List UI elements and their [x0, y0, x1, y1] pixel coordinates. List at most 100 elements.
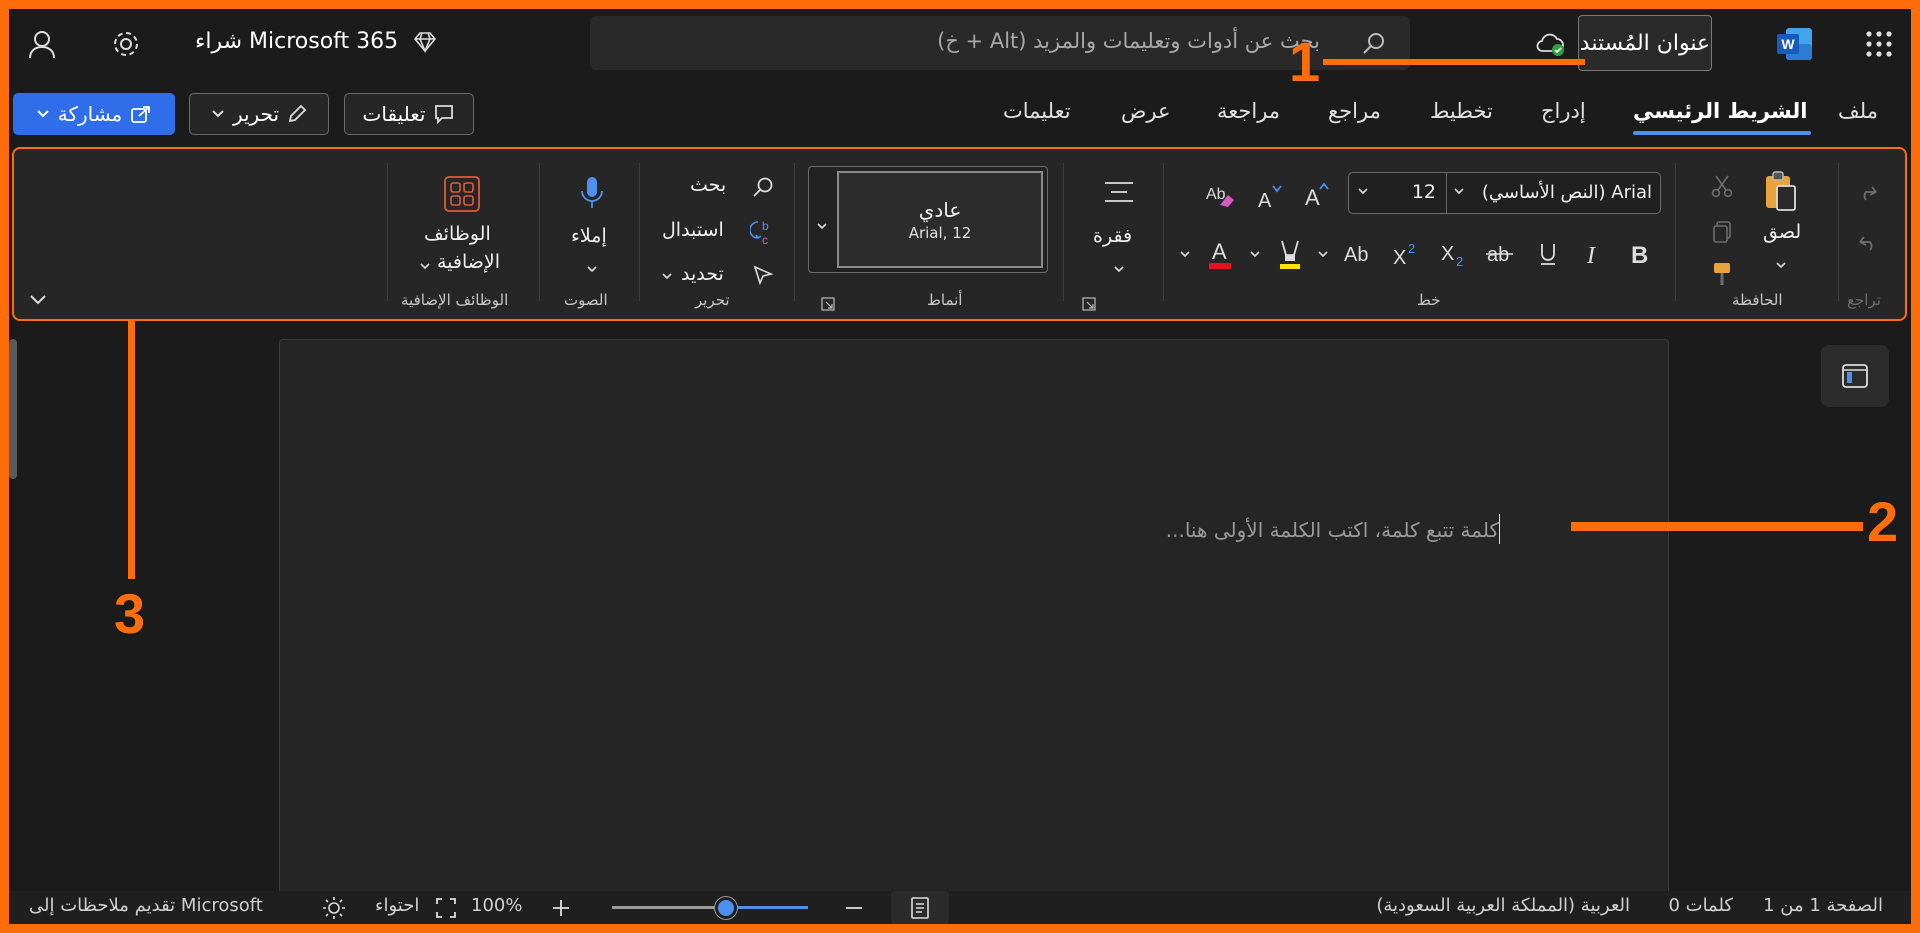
chevron-down-icon[interactable]	[1773, 259, 1789, 271]
cloud-saved-icon[interactable]	[1534, 27, 1568, 61]
zoom-slider-thumb[interactable]	[715, 897, 737, 919]
add-ins-grid-icon[interactable]	[441, 173, 483, 215]
tab-home[interactable]: الشريط الرئيسي	[1633, 99, 1807, 123]
bold-icon[interactable]: B	[1625, 237, 1655, 271]
tab-review[interactable]: مراجعة	[1217, 99, 1280, 123]
microphone-icon[interactable]	[576, 173, 608, 213]
feedback-link[interactable]: تقديم ملاحظات إلى Microsoft	[29, 895, 263, 916]
paragraph-align-icon[interactable]	[1100, 175, 1138, 209]
undo-icon[interactable]	[1853, 227, 1883, 257]
editing-group-label: تحرير	[695, 291, 730, 309]
highlight-color-icon[interactable]	[1273, 235, 1307, 273]
clipboard-group-label: الحافظة	[1732, 291, 1783, 309]
side-pane-toggle-icon[interactable]	[1821, 345, 1889, 407]
chevron-down-icon[interactable]	[1247, 247, 1263, 261]
buy-microsoft-365-link[interactable]: شراء Microsoft 365	[195, 29, 437, 54]
find-button[interactable]: بحث	[690, 174, 726, 196]
tab-layout[interactable]: تخطيط	[1430, 99, 1493, 123]
superscript-icon[interactable]: X2	[1389, 237, 1423, 271]
chevron-down-icon	[1453, 187, 1465, 195]
style-normal-card[interactable]: عادي Arial, 12	[837, 171, 1043, 268]
chevron-down-icon[interactable]	[1315, 247, 1331, 261]
vertical-scrollbar-thumb[interactable]	[9, 339, 17, 479]
share-button[interactable]: مشاركة	[13, 93, 175, 135]
grow-font-icon[interactable]: A	[1299, 177, 1333, 211]
styles-group-label: أنماط	[927, 291, 963, 309]
styles-dialog-launcher-icon[interactable]	[819, 295, 837, 313]
shrink-font-icon[interactable]: A	[1252, 179, 1286, 213]
add-ins-label-line2[interactable]: الإضافية	[437, 251, 500, 273]
paragraph-button[interactable]: فقرة	[1093, 225, 1132, 247]
settings-gear-icon[interactable]	[109, 27, 143, 61]
collapse-ribbon-chevron-icon[interactable]	[25, 287, 51, 313]
change-case-icon[interactable]: Ab	[1341, 237, 1375, 271]
copy-icon[interactable]	[1707, 217, 1737, 247]
print-layout-view-icon[interactable]	[891, 891, 949, 924]
document-placeholder[interactable]: كلمة تتبع كلمة، اكتب الكلمة الأولى هنا..…	[1166, 518, 1499, 542]
chevron-down-icon[interactable]	[659, 269, 675, 283]
fit-label[interactable]: احتواء	[375, 895, 419, 916]
chevron-down-icon[interactable]	[1111, 263, 1127, 275]
select-cursor-icon[interactable]	[749, 261, 777, 289]
underline-icon[interactable]	[1533, 237, 1563, 271]
brightness-sun-icon[interactable]	[321, 895, 347, 921]
app-launcher-icon[interactable]	[1862, 27, 1896, 61]
document-page[interactable]: كلمة تتبع كلمة، اكتب الكلمة الأولى هنا..…	[279, 339, 1669, 924]
user-icon[interactable]	[25, 27, 59, 61]
callout-2-number: 2	[1867, 490, 1899, 553]
edit-mode-button[interactable]: تحرير	[189, 93, 329, 135]
clear-formatting-icon[interactable]: Ab	[1203, 177, 1237, 211]
diamond-icon	[413, 31, 437, 53]
tab-help[interactable]: تعليمات	[1003, 99, 1071, 123]
replace-button[interactable]: استبدال	[662, 219, 724, 241]
paragraph-dialog-launcher-icon[interactable]	[1080, 295, 1098, 313]
zoom-slider[interactable]	[612, 897, 808, 919]
font-size-dropdown[interactable]: 12	[1349, 173, 1447, 213]
search-input[interactable]: بحث عن أدوات وتعليمات والمزيد (Alt + خ)	[937, 29, 1320, 53]
page-count[interactable]: الصفحة 1 من 1	[1763, 895, 1883, 916]
active-tab-indicator	[1633, 131, 1811, 135]
paste-button[interactable]: لصق	[1763, 221, 1801, 243]
redo-icon[interactable]	[1853, 177, 1883, 207]
zoom-in-plus-icon[interactable]	[549, 896, 573, 920]
replace-icon[interactable]: bc	[749, 217, 777, 247]
tab-view[interactable]: عرض	[1121, 99, 1171, 123]
paste-clipboard-icon[interactable]	[1759, 167, 1803, 215]
fit-to-window-icon[interactable]	[433, 895, 459, 921]
dictate-button[interactable]: إملاء	[571, 225, 607, 247]
search-icon	[1360, 30, 1388, 58]
chevron-down-icon	[36, 109, 50, 119]
font-color-icon[interactable]: A	[1203, 235, 1237, 273]
tab-references[interactable]: مراجع	[1328, 99, 1381, 123]
font-group-label: خط	[1417, 291, 1441, 309]
ribbon-separator	[1675, 163, 1676, 301]
word-count[interactable]: 0 كلمات	[1668, 895, 1733, 916]
language-status[interactable]: العربية (المملكة العربية السعودية)	[1376, 895, 1630, 916]
add-ins-label-line1[interactable]: الوظائف	[424, 223, 491, 245]
select-button[interactable]: تحديد	[681, 263, 724, 285]
svg-text:I: I	[1586, 243, 1596, 267]
tab-insert[interactable]: إدراج	[1541, 99, 1586, 123]
zoom-percent[interactable]: 100%	[471, 895, 522, 916]
comments-button[interactable]: تعليقات	[344, 93, 474, 135]
search-box[interactable]: بحث عن أدوات وتعليمات والمزيد (Alt + خ)	[590, 16, 1410, 70]
font-size-value: 12	[1411, 181, 1436, 203]
italic-icon[interactable]: I	[1579, 237, 1609, 271]
subscript-icon[interactable]: X2	[1437, 237, 1471, 271]
pencil-icon	[287, 104, 307, 124]
chevron-down-icon[interactable]	[1177, 247, 1193, 261]
svg-text:ab: ab	[1487, 244, 1509, 266]
strikethrough-icon[interactable]: ab	[1483, 237, 1517, 271]
svg-text:2: 2	[1408, 241, 1415, 256]
cut-scissors-icon[interactable]	[1707, 171, 1737, 201]
format-painter-icon[interactable]	[1707, 259, 1737, 289]
chevron-down-icon[interactable]	[584, 263, 600, 275]
tab-file[interactable]: ملف	[1838, 99, 1878, 123]
document-title-button[interactable]: عنوان المُستند	[1578, 15, 1712, 71]
chevron-down-icon[interactable]	[417, 260, 433, 272]
svg-text:A: A	[1212, 239, 1227, 264]
font-name-dropdown[interactable]: Arial (النص الأساسي)	[1447, 173, 1660, 213]
find-search-icon[interactable]	[749, 173, 777, 201]
zoom-out-minus-icon[interactable]	[842, 896, 866, 920]
styles-expand-chevron-icon[interactable]	[813, 214, 831, 238]
